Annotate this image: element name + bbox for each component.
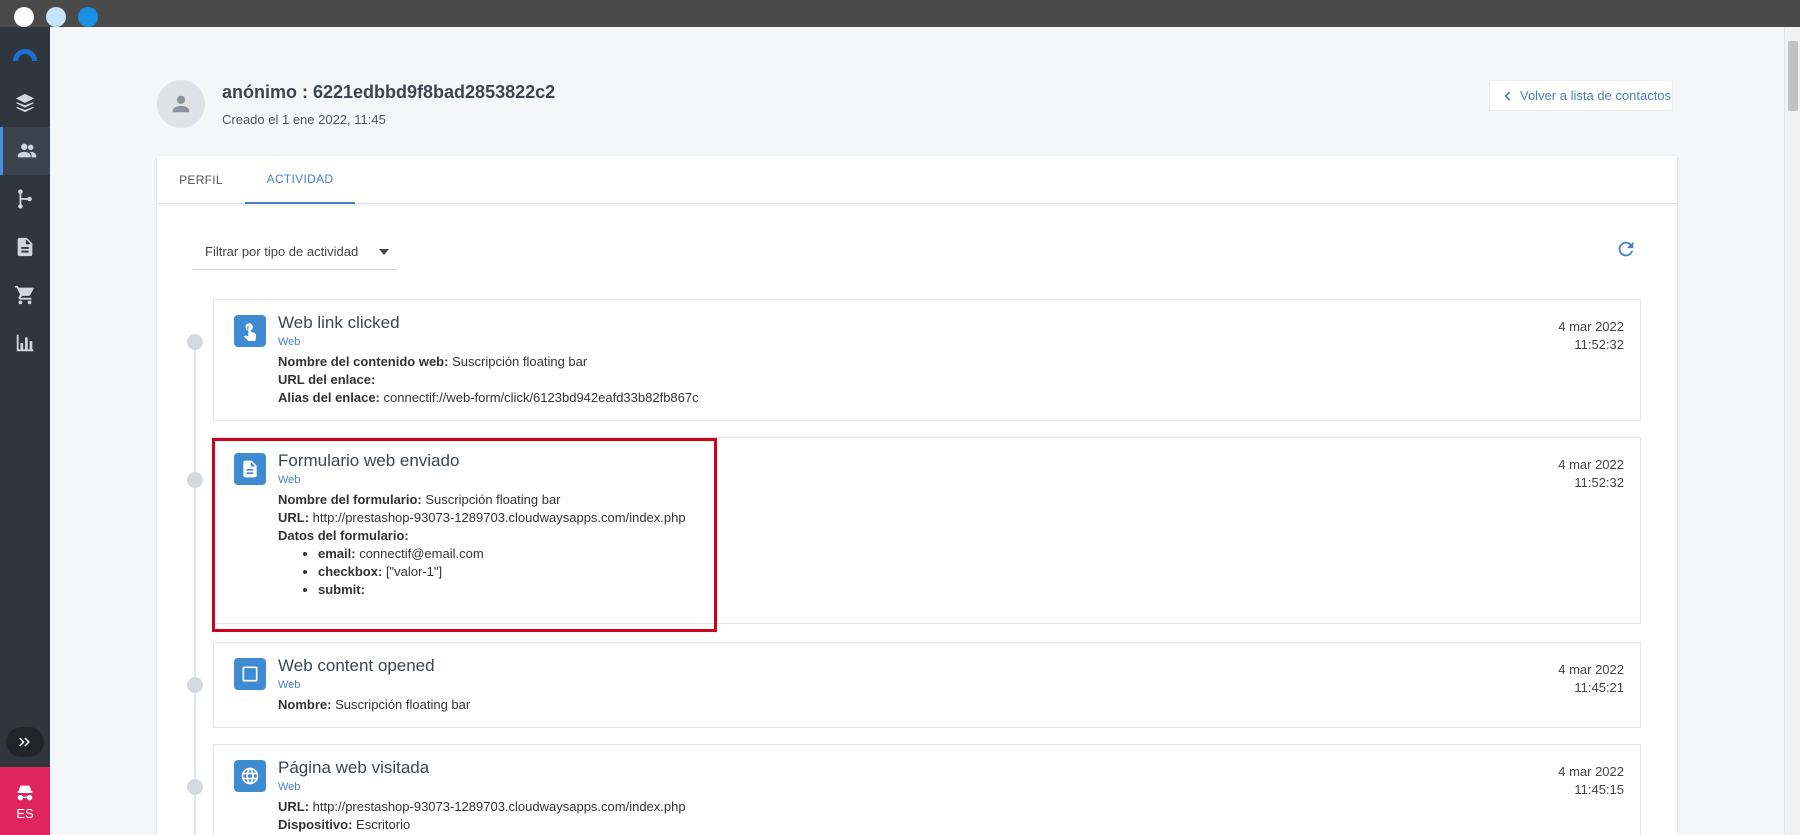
activity-date: 4 mar 2022 11:45:21 [1558,662,1624,695]
window-close-button[interactable] [14,7,34,27]
highlight-box [212,438,717,632]
language-selector[interactable]: ES [0,767,50,835]
globe-icon [234,760,266,792]
sidebar-item-content[interactable] [0,223,50,271]
activity-item[interactable]: Web content opened Web Nombre: Suscripci… [213,642,1641,728]
activity-details: Nombre: Suscripción floating bar [278,697,471,712]
activity-category: Web [278,781,301,793]
activity-category: Web [278,336,301,348]
activity-title: Web link clicked [278,313,400,332]
document-icon [17,237,33,257]
activity-date: 4 mar 2022 11:45:15 [1558,764,1624,797]
activity-date: 4 mar 2022 11:52:32 [1558,457,1624,490]
page-title: anónimo : 6221edbbd9f8bad2853822c2 [222,82,556,102]
layers-icon [15,93,35,113]
activity-item[interactable]: Web link clicked Web Nombre del contenid… [213,299,1641,421]
back-to-contacts-label: Volver a lista de contactos [1520,88,1672,103]
workflow-icon [18,189,32,209]
activity-item[interactable]: Página web visitada Web URL: http://pres… [213,744,1641,835]
chevron-left-icon [1504,91,1511,100]
activity-title: Página web visitada [278,758,430,777]
page-scrollbar[interactable] [1784,27,1800,835]
activity-details: Nombre del contenido web: Suscripción fl… [278,354,699,405]
filter-label: Filtrar por tipo de actividad [205,244,359,259]
timeline-dot [187,677,203,693]
sidebar-item-reports[interactable] [0,319,50,367]
contacts-icon [17,143,36,158]
cart-icon [14,285,34,305]
sidebar-item-layers[interactable] [0,79,50,127]
tab-bar: PERFIL ACTIVIDAD [157,156,1677,204]
back-to-contacts-button[interactable]: Volver a lista de contactos [1489,80,1673,111]
scrollbar-thumb[interactable] [1788,41,1798,111]
activity-date: 4 mar 2022 11:52:32 [1558,319,1624,352]
timeline-dot [187,334,203,350]
person-icon [172,95,190,113]
activity-title: Web content opened [278,656,435,675]
incognito-icon [17,785,33,800]
app-logo-icon[interactable] [10,41,40,63]
refresh-icon [1618,241,1634,257]
language-label: ES [16,805,34,821]
created-date: Creado el 1 ene 2022, 11:45 [222,112,386,127]
touch-icon [234,315,266,347]
caret-down-icon [379,249,389,255]
timeline-line [194,341,196,835]
sidebar-expand-button[interactable] [6,727,44,757]
activity-type-filter[interactable]: Filtrar por tipo de actividad [193,234,397,270]
sidebar-item-workflows[interactable] [0,175,50,223]
tab-actividad[interactable]: ACTIVIDAD [245,156,355,204]
timeline-dot [187,779,203,795]
refresh-button[interactable] [1615,238,1639,262]
tab-perfil[interactable]: PERFIL [157,156,245,204]
window-minimize-button[interactable] [46,7,66,27]
activity-category: Web [278,679,301,691]
window-maximize-button[interactable] [78,7,98,27]
sidebar-item-contacts[interactable] [0,127,50,175]
window-titlebar [0,0,1800,27]
sidebar-item-store[interactable] [0,271,50,319]
square-icon [234,658,266,690]
avatar [157,80,205,128]
double-chevron-right-icon [19,737,30,747]
activity-details: URL: http://prestashop-93073-1289703.clo… [278,799,686,832]
bar-chart-icon [16,334,34,352]
sidebar: ES [0,27,50,835]
timeline-dot [187,472,203,488]
